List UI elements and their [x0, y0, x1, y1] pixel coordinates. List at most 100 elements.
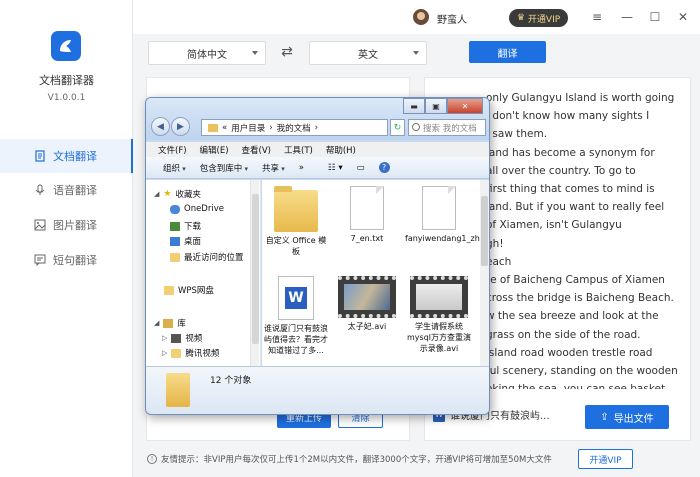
translate-button[interactable]: 翻译: [469, 41, 546, 63]
nav-label: 腾讯视频: [185, 349, 220, 359]
sidebar-item-image-translate[interactable]: 图片翻译: [0, 208, 133, 242]
nav-item-tencent-video[interactable]: ▷ 腾讯视频: [162, 347, 219, 359]
translated-line: w the sea breeze and look at the: [486, 310, 659, 323]
sidebar-item-label: 文档翻译: [53, 150, 97, 163]
menu-help[interactable]: 帮助(H): [326, 144, 356, 156]
source-language-select[interactable]: 简体中文: [148, 41, 266, 65]
file-open-dialog: ▬ ▣ ✕ ◀ ▶ « 用户目录 › 我的文档 › ↻ 搜索 我的文档 文件(F…: [145, 97, 490, 415]
nav-item-onedrive[interactable]: OneDrive: [170, 204, 224, 214]
translated-line: oking the sea, you can see basket: [486, 380, 688, 389]
search-input[interactable]: 搜索 我的文档: [408, 119, 486, 136]
preview-pane-icon[interactable]: ▭: [357, 163, 365, 173]
minimize-icon[interactable]: —: [618, 8, 636, 26]
image-icon: [34, 219, 46, 231]
address-crumb[interactable]: 我的文档: [277, 122, 311, 134]
nav-item-videos[interactable]: ▷ 视频: [162, 332, 202, 344]
share-button[interactable]: 共享: [262, 162, 285, 174]
username[interactable]: 野蛮人: [437, 11, 467, 26]
file-item[interactable]: W 谁说厦门只有鼓浪屿值得去？看完才知道错过了多...: [262, 276, 330, 356]
file-item[interactable]: 自定义 Office 模板: [262, 186, 330, 257]
back-arrow-icon[interactable]: ◀: [151, 117, 170, 136]
close-icon[interactable]: ✕: [674, 8, 692, 26]
organize-button[interactable]: 组织: [163, 162, 186, 174]
expand-arrow-icon[interactable]: ▷: [162, 349, 167, 357]
file-name: 太子妃.avi: [347, 322, 387, 331]
view-options-icon[interactable]: ☷ ▾: [328, 163, 343, 173]
file-item[interactable]: 学生请假系统mysql万方查重演示录像.avi: [405, 276, 473, 354]
search-placeholder: 搜索 我的文档: [423, 123, 477, 134]
nav-scrollbar[interactable]: [250, 180, 259, 366]
translated-line: island road wooden trestle road: [486, 346, 653, 359]
include-in-library-button[interactable]: 包含到库中: [200, 162, 248, 174]
menu-tools[interactable]: 工具(T): [284, 144, 313, 156]
videos-icon: [171, 333, 182, 343]
more-commands-button[interactable]: »: [299, 163, 304, 173]
nav-item-wps-drive[interactable]: WPS网盘: [164, 284, 214, 296]
nav-item-desktop[interactable]: 桌面: [170, 235, 201, 247]
help-icon[interactable]: ?: [378, 162, 390, 173]
file-name: 自定义 Office 模板: [265, 236, 327, 256]
dialog-maximize-icon[interactable]: ▣: [425, 98, 447, 114]
nav-label: 最近访问的位置: [184, 253, 244, 263]
translated-line: each: [486, 255, 512, 268]
address-separator: ›: [314, 122, 319, 133]
nav-label: 桌面: [184, 237, 202, 247]
menu-icon[interactable]: ≡: [588, 8, 606, 26]
word-document-icon: W: [278, 276, 314, 320]
open-vip-button[interactable]: 开通VIP: [578, 449, 633, 469]
address-crumb[interactable]: 用户目录: [231, 122, 265, 134]
export-file-button[interactable]: ⇪ 导出文件: [585, 405, 669, 429]
expand-arrow-icon[interactable]: ▷: [162, 334, 167, 342]
user-avatar[interactable]: [413, 9, 429, 25]
export-button-label: 导出文件: [613, 413, 654, 425]
collapse-arrow-icon[interactable]: ◢: [154, 319, 159, 327]
nav-item-favorites[interactable]: ◢ ★ 收藏夹: [154, 188, 201, 200]
menu-view[interactable]: 查看(V): [242, 144, 271, 156]
translated-line: land. But if you want to really feel: [486, 201, 665, 214]
menu-edit[interactable]: 编辑(E): [200, 144, 229, 156]
target-language-select[interactable]: 英文: [309, 41, 427, 65]
maximize-icon[interactable]: ☐: [646, 8, 664, 26]
folder-icon: [208, 123, 218, 132]
star-icon: ★: [163, 189, 172, 199]
translated-line: land has become a synonym for: [486, 146, 655, 159]
vip-button[interactable]: ♛ 开通VIP: [509, 9, 568, 27]
swap-languages-icon[interactable]: ⇄: [279, 44, 295, 60]
refresh-icon[interactable]: ↻: [390, 119, 405, 136]
nav-item-downloads[interactable]: 下载: [170, 220, 201, 232]
translated-line: cross the bridge is Baicheng Beach.: [486, 292, 674, 305]
app-version: V1.0.0.1: [47, 93, 86, 103]
nav-label: WPS网盘: [178, 286, 214, 296]
text-file-icon: [350, 186, 384, 230]
sidebar-item-label: 图片翻译: [53, 219, 97, 232]
wps-drive-icon: [164, 285, 174, 295]
menu-file[interactable]: 文件(F): [158, 144, 187, 156]
sidebar-item-document-translate[interactable]: 文档翻译: [0, 139, 133, 173]
dialog-close-icon[interactable]: ✕: [447, 98, 483, 114]
nav-item-recent-places[interactable]: 最近访问的位置: [170, 251, 244, 263]
translated-line: ful scenery, standing on the wooden: [486, 365, 678, 378]
microphone-icon: [34, 184, 46, 196]
file-item[interactable]: 7_en.txt: [333, 186, 401, 244]
sidebar-item-label: 语音翻译: [53, 184, 97, 197]
video-thumbnail-icon: [338, 276, 396, 318]
desktop-icon: [170, 236, 180, 246]
document-icon: [34, 150, 46, 162]
file-list-scrollbar[interactable]: [480, 180, 489, 366]
sidebar-item-voice-translate[interactable]: 语音翻译: [0, 173, 133, 207]
forward-arrow-icon[interactable]: ▶: [171, 117, 190, 136]
translated-line: of Xiamen, isn't Gulangyu: [486, 219, 622, 232]
export-icon: ⇪: [600, 411, 609, 423]
nav-item-libraries[interactable]: ◢ 库: [154, 317, 186, 329]
file-list: 自定义 Office 模板 7_en.txt fanyiwendang1_zh.…: [262, 180, 489, 366]
tencent-video-icon: [171, 348, 182, 358]
collapse-arrow-icon[interactable]: ◢: [154, 190, 159, 198]
file-item[interactable]: fanyiwendang1_zh.txt: [405, 186, 489, 244]
file-item[interactable]: 太子妃.avi: [333, 276, 401, 332]
item-count: 12 个对象: [210, 376, 252, 386]
address-bar[interactable]: « 用户目录 › 我的文档 ›: [201, 119, 388, 136]
address-crumb[interactable]: «: [222, 123, 227, 133]
dialog-minimize-icon[interactable]: ▬: [403, 98, 425, 114]
chevron-down-icon: [252, 51, 258, 55]
sidebar-item-sentence-translate[interactable]: 短句翻译: [0, 243, 133, 277]
